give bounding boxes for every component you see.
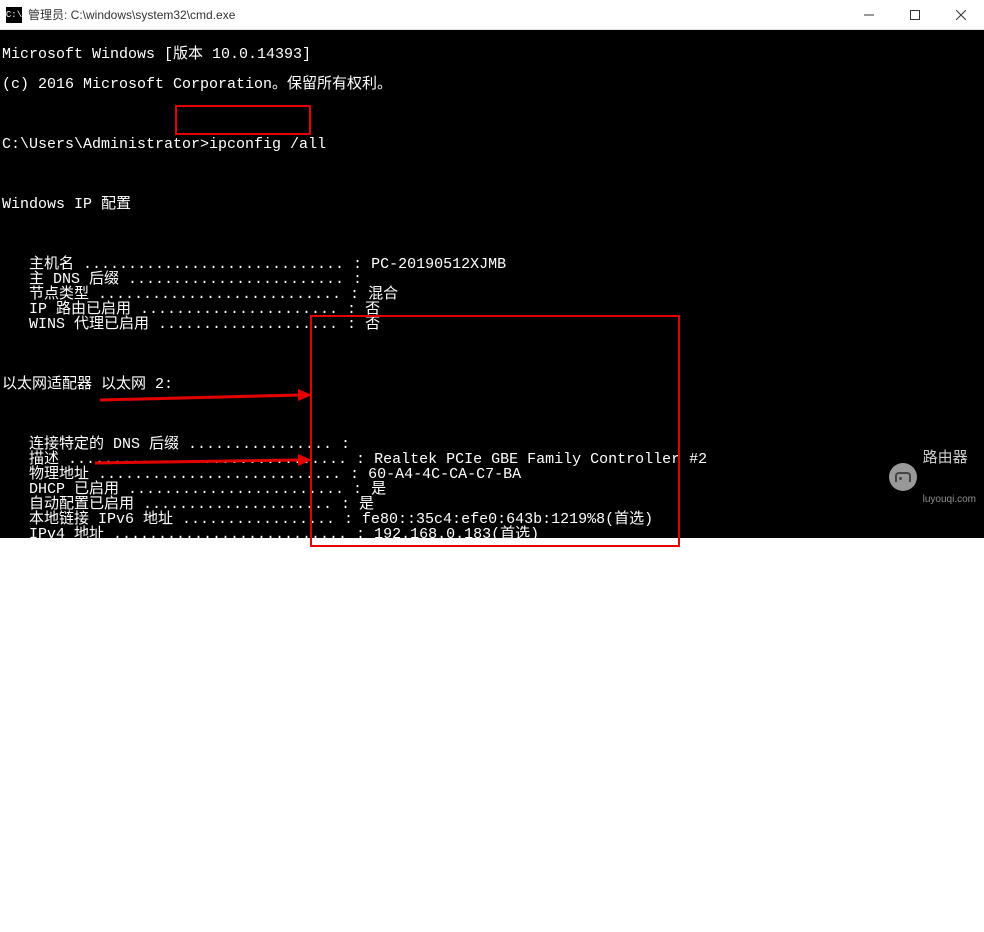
config-label: 节点类型 ........................... : [2,287,368,302]
arrow-ipv4 [100,392,312,408]
config-row: 连接特定的 DNS 后缀 ................ : [2,437,984,452]
config-label: DHCP 已启用 ........................ : [2,482,371,497]
config-label: DHCPv6 IAID ........................ : [2,617,380,632]
config-row: 物理地址 ........................... : 60-A4… [2,467,984,482]
config-row: DHCPv6 客户端 DUID ................. : 00-0… [2,632,984,647]
config-value: 73442380 [380,617,452,632]
config-row: DHCP 已启用 ........................ : 是 [2,482,984,497]
config-row: 主机名 ............................. : PC-2… [2,257,984,272]
config-row: DHCP 服务器 ........................ : 192.… [2,602,984,617]
ip-config-heading: Windows IP 配置 [2,197,984,212]
config-value: 是 [359,497,374,512]
config-label: 默认网关 ........................... : [2,587,368,602]
config-row: 自动配置已启用 ..................... : 是 [2,497,984,512]
config-value: 2020年3月13日 21:55:50 [359,557,548,572]
config-row: 主 DNS 后缀 ........................ : [2,272,984,287]
config-row: IP 路由已启用 ...................... : 否 [2,302,984,317]
config-row: 子网掩码 ........................... : 255.2… [2,542,984,557]
config-row: 租约过期的时间 ..................... : 2020年3月1… [2,572,984,587]
config-label: 物理地址 ........................... : [2,467,368,482]
config-label: 本地链接 IPv6 地址 ................. : [2,512,362,527]
watermark: 路由器 luyouqi.com [889,423,976,532]
config-value: 192.168.0.1 [371,602,470,617]
window-controls [846,0,984,29]
config-label: 主机名 ............................. : [2,257,371,272]
command-text: ipconfig /all [209,137,326,152]
config-row: 描述 ............................... : Rea… [2,452,984,467]
config-value: 00-01-00-01-24-69-71-36-90-2B-34-D6-3C-E… [371,632,740,647]
config-label: TCPIP 上的 NetBIOS ................. : [2,662,374,677]
config-row: WINS 代理已启用 .................... : 否 [2,317,984,332]
config-value: 60-A4-4C-CA-C7-BA [368,467,521,482]
config-label: WINS 代理已启用 .................... : [2,317,365,332]
close-button[interactable] [938,0,984,29]
config-row: 节点类型 ........................... : 混合 [2,287,984,302]
adapter-heading: 以太网适配器 以太网 2: [2,377,984,392]
config-label: DHCPv6 客户端 DUID ................. : [2,632,371,647]
config-value: 是 [371,482,386,497]
config-value: PC-20190512XJMB [371,257,506,272]
config-row: IPv4 地址 .......................... : 192… [2,527,984,542]
watermark-url: luyouqi.com [923,494,976,506]
window-title: 管理员: C:\windows\system32\cmd.exe [28,6,846,23]
prompt-line: C:\Users\Administrator>ipconfig /all [2,137,984,152]
config-label: 自动配置已启用 ..................... : [2,497,359,512]
config-label: 子网掩码 ........................... : [2,542,368,557]
config-value: 2020年3月14日 21:55:49 [359,572,548,587]
watermark-title: 路由器 [923,449,976,467]
config-value: 192.168.0.1 [368,587,467,602]
config-row: 本地链接 IPv6 地址 ................. : fe80::3… [2,512,984,527]
router-icon [889,463,917,491]
version-line: Microsoft Windows [版本 10.0.14393] [2,47,984,62]
config-value: 255.255.255.0 [368,542,485,557]
config-row: DNS 服务器 ......................... : 192.… [2,647,984,662]
config-row: 默认网关 ........................... : 192.1… [2,587,984,602]
config-label: 连接特定的 DNS 后缀 ................ : [2,437,359,452]
config-value: 已启用 [374,662,419,677]
config-row: 获得租约的时间 ..................... : 2020年3月1… [2,557,984,572]
prompt: C:\Users\Administrator> [2,137,209,152]
config-value: 混合 [368,287,398,302]
config-label: DNS 服务器 ......................... : [2,647,371,662]
config-label: 获得租约的时间 ..................... : [2,557,359,572]
terminal-output[interactable]: Microsoft Windows [版本 10.0.14393] (c) 20… [0,30,984,538]
config-value: 否 [365,302,380,317]
config-label: 主 DNS 后缀 ........................ : [2,272,371,287]
config-label: 租约过期的时间 ..................... : [2,572,359,587]
config-value: 192.168.0.1 [371,647,470,662]
config-value: fe80::35c4:efe0:643b:1219%8(首选) [362,512,653,527]
window-titlebar: C:\ 管理员: C:\windows\system32\cmd.exe [0,0,984,30]
copyright-line: (c) 2016 Microsoft Corporation。保留所有权利。 [2,77,984,92]
config-label: DHCP 服务器 ........................ : [2,602,371,617]
config-row: DHCPv6 IAID ........................ : 7… [2,617,984,632]
config-value: 192.168.0.183(首选) [374,527,539,542]
config-value: 否 [365,317,380,332]
config-value: Realtek PCIe GBE Family Controller #2 [374,452,707,467]
minimize-button[interactable] [846,0,892,29]
config-label: 描述 ............................... : [2,452,374,467]
config-row: TCPIP 上的 NetBIOS ................. : 已启用 [2,662,984,677]
maximize-button[interactable] [892,0,938,29]
config-label: IPv4 地址 .......................... : [2,527,374,542]
cmd-icon: C:\ [6,7,22,23]
config-label: IP 路由已启用 ...................... : [2,302,365,317]
